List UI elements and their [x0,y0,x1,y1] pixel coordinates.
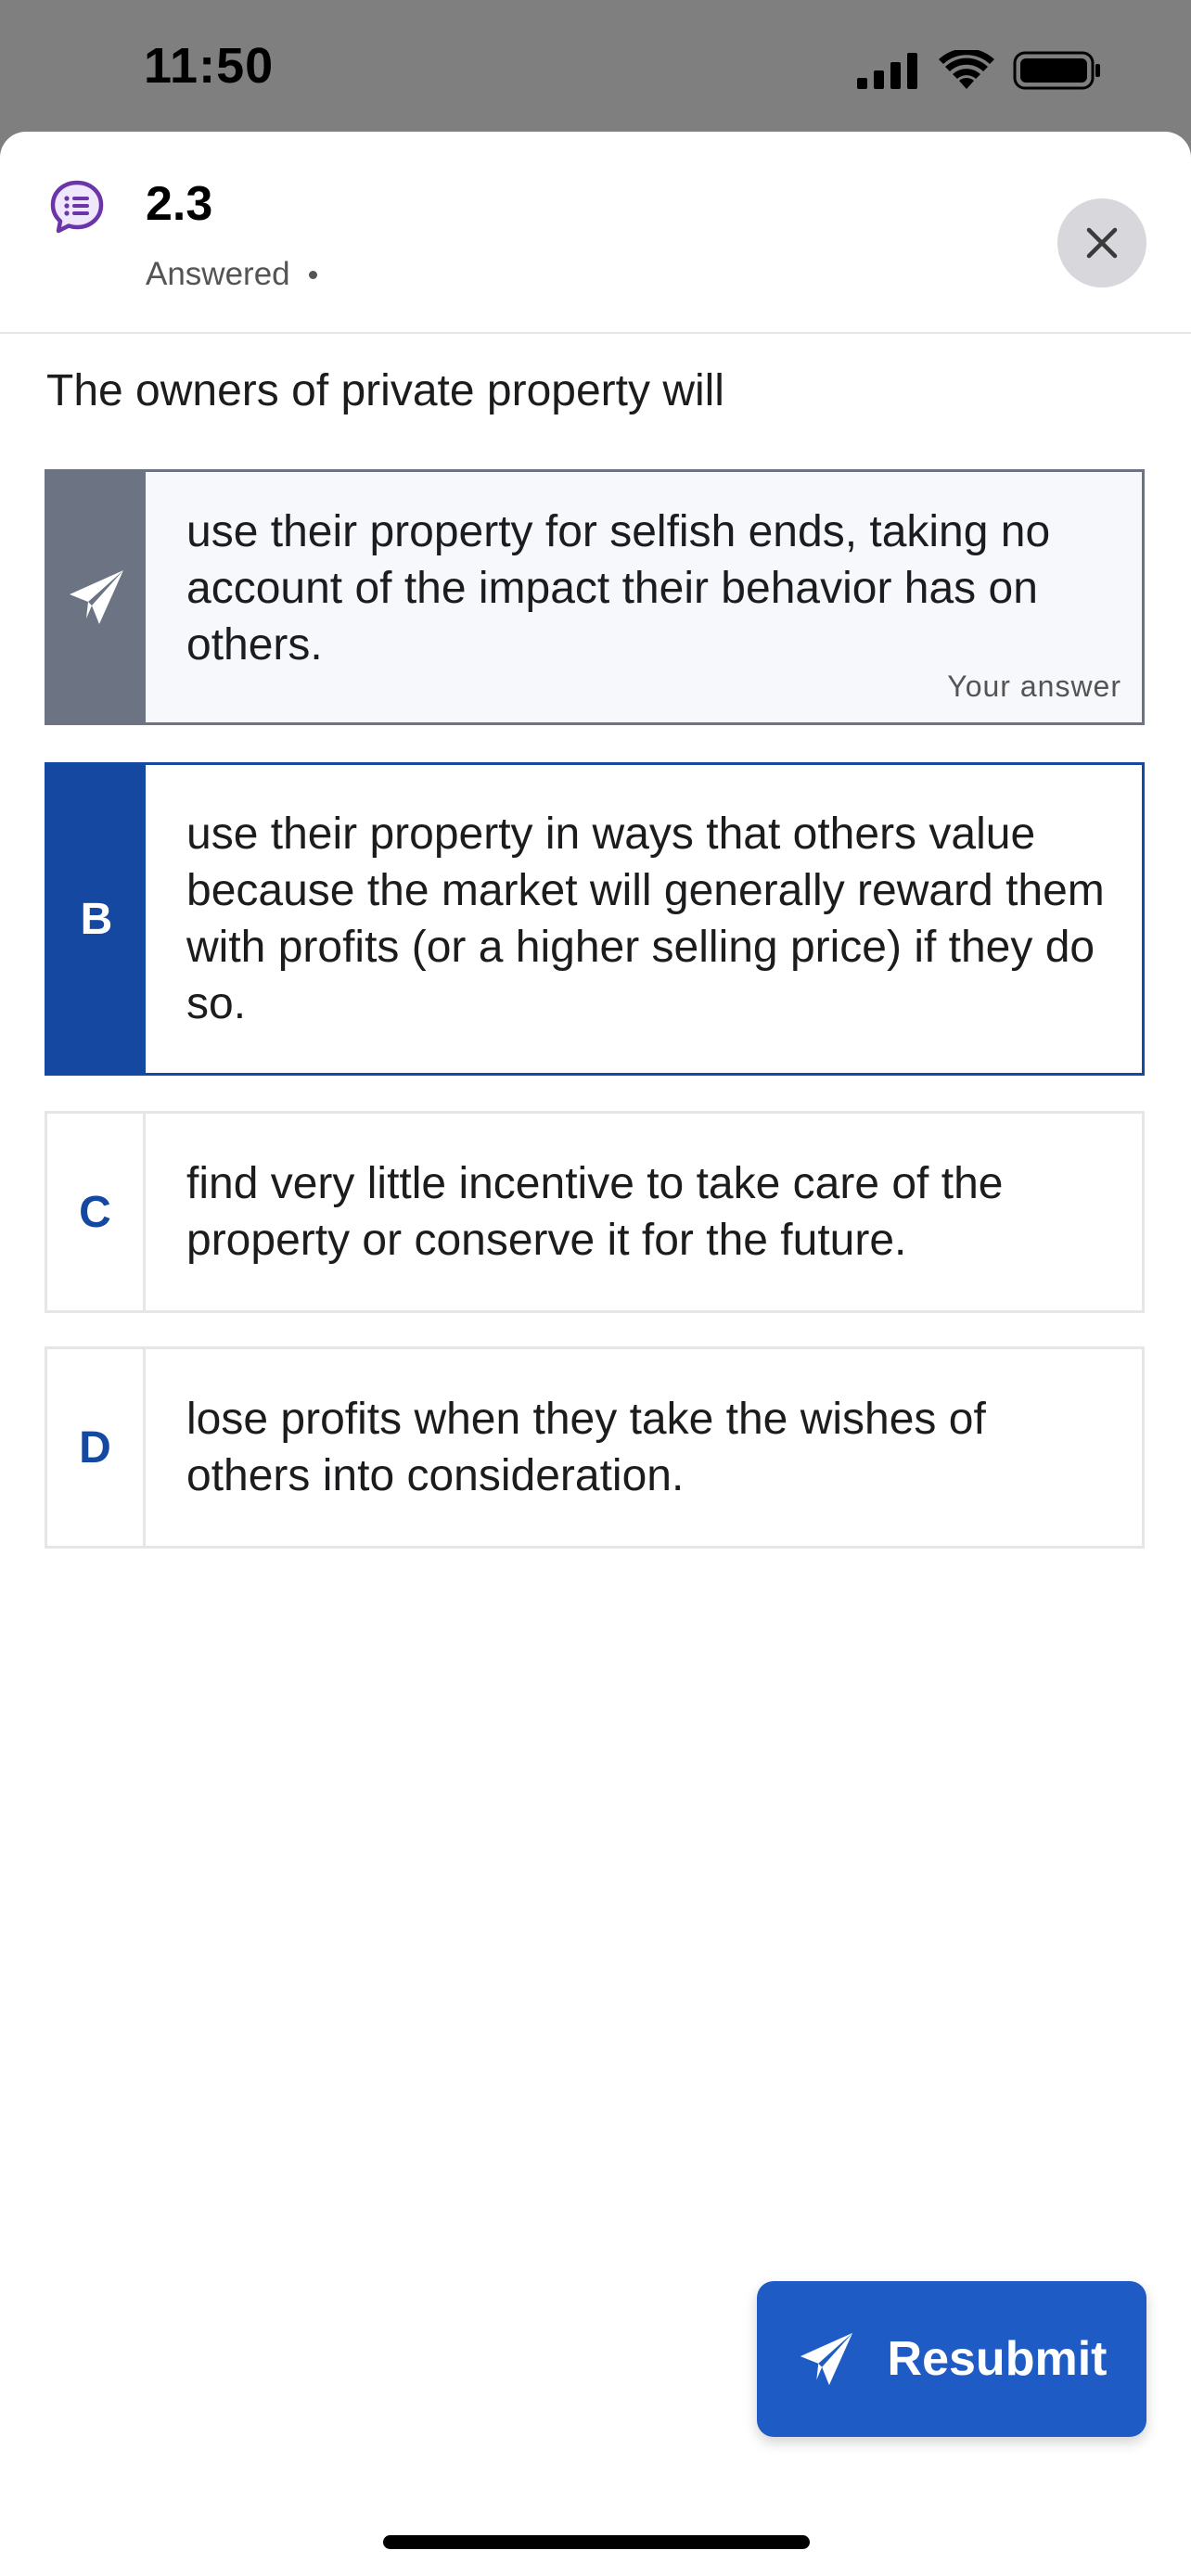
answer-option-b[interactable]: B use their property in ways that others… [45,762,1145,1076]
option-key-b: B [47,765,146,1073]
answer-status: Answered [146,256,317,293]
option-key-a [47,472,146,722]
resubmit-label: Resubmit [887,2332,1108,2386]
answer-option-d[interactable]: D lose profits when they take the wishes… [45,1346,1145,1549]
option-text-d: lose profits when they take the wishes o… [186,1395,986,1500]
question-sheet: 2.3 Answered The owners of private prope… [0,132,1191,2576]
option-key-c: C [47,1114,146,1310]
status-icons [857,48,1102,93]
status-time: 11:50 [144,38,275,94]
option-text-c: find very little incentive to take care … [186,1159,1004,1265]
your-answer-label: Your answer [947,670,1121,703]
question-number: 2.3 [146,177,213,231]
status-bar: 11:50 [0,0,1191,132]
battery-icon [1013,51,1100,90]
send-icon [70,570,123,624]
answer-option-c[interactable]: C find very little incentive to take car… [45,1111,1145,1313]
option-key-d: D [47,1349,146,1546]
question-header: 2.3 Answered [0,132,1191,334]
option-text-a-label: use their property for selfish ends, tak… [186,506,1051,670]
home-indicator [383,2535,810,2549]
poll-question-icon [50,180,104,234]
wifi-icon [939,50,994,89]
send-icon [800,2332,852,2386]
close-button[interactable] [1057,198,1146,287]
answer-status-label: Answered [146,256,290,292]
option-text-b: use their property in ways that others v… [186,810,1105,1028]
resubmit-button[interactable]: Resubmit [757,2281,1146,2437]
answer-option-a[interactable]: use their property for selfish ends, tak… [45,469,1145,725]
cellular-signal-icon [857,53,917,89]
question-text: The owners of private property will [46,366,724,415]
close-icon [1086,227,1118,259]
option-text-a: use their property for selfish ends, tak… [146,472,1142,722]
status-dot [308,270,317,279]
